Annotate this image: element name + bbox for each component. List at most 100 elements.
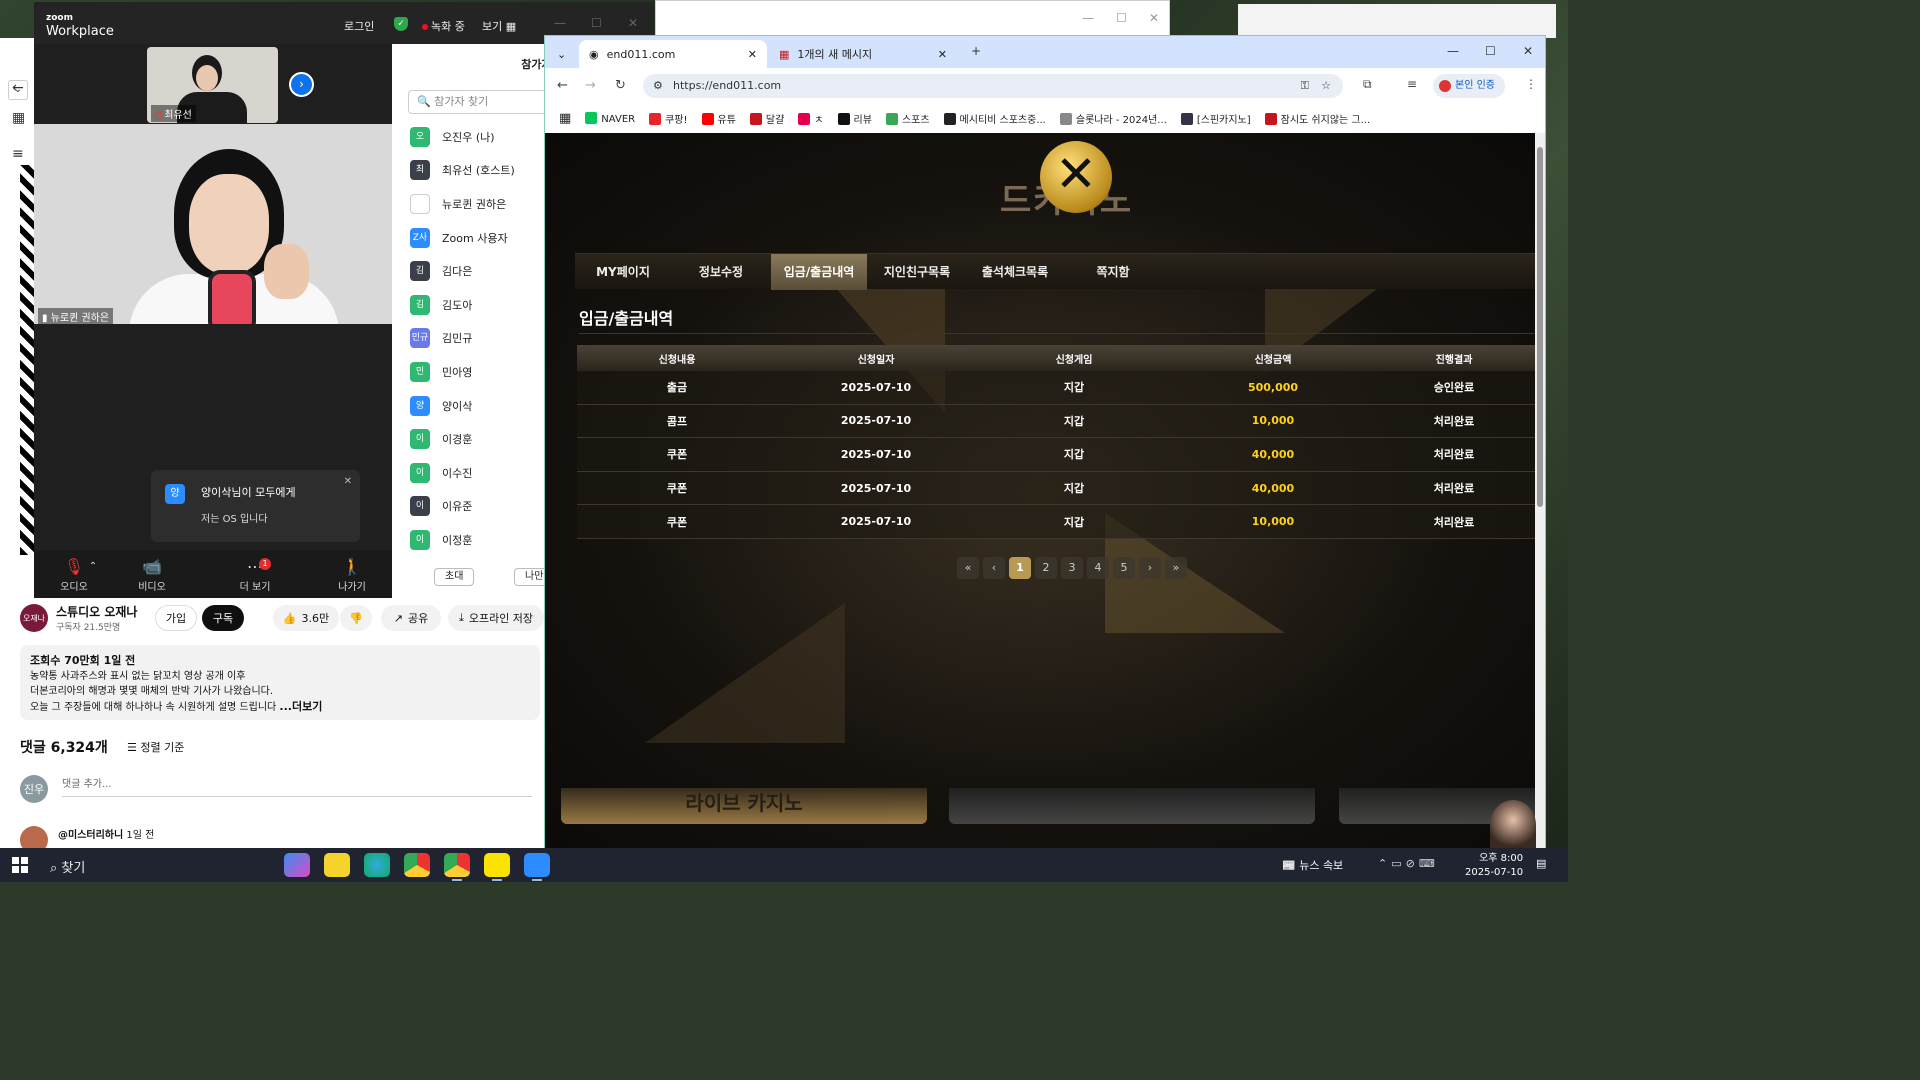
bookmark-item[interactable]: 달걀 (749, 111, 784, 126)
bookmark-item[interactable]: [스핀카지노] (1180, 111, 1251, 126)
address-bar[interactable]: ⚙ https://end011.com ⚿ ☆ (643, 74, 1343, 98)
video-player[interactable] (20, 165, 34, 555)
news-widget[interactable]: 📰 뉴스 속보 (1282, 857, 1343, 873)
sort-button[interactable]: ☰ 정렬 기준 (127, 739, 184, 755)
commenter-name[interactable]: @미스터리하니 (58, 830, 123, 841)
bookmark-item[interactable]: NAVER (585, 111, 635, 125)
notification-icon[interactable]: ▤ (1536, 857, 1546, 870)
chat-toast[interactable]: 양 양이삭님이 모두에게 저는 OS 입니다 ✕ (151, 470, 360, 542)
channel-name[interactable]: 스튜디오 오재나 (56, 603, 137, 620)
close-button[interactable]: ✕ (1523, 44, 1533, 58)
like-button[interactable]: 👍 3.6만 (273, 605, 339, 631)
system-tray[interactable]: ⌃▭⊘⌨ (1378, 857, 1439, 870)
media-icon[interactable]: ≡ (1407, 77, 1417, 91)
site-tab[interactable]: 쪽지함 (1065, 254, 1161, 290)
windows-start-icon[interactable] (12, 857, 28, 873)
add-comment-input[interactable]: 댓글 추가... (62, 775, 532, 797)
video-button[interactable]: 📹 비디오 (122, 556, 182, 593)
close-icon[interactable]: ✕ (1040, 141, 1112, 213)
bookmark-item[interactable]: 잠시도 쉬지않는 그... (1264, 111, 1370, 126)
auth-button[interactable]: 본인 인증 (1433, 74, 1505, 98)
bookmark-item[interactable]: 쿠팡! (649, 111, 688, 126)
description-more-link[interactable]: ...더보기 (279, 700, 322, 713)
clock[interactable]: 오후 8:00 2025-07-10 (1465, 852, 1523, 880)
page-button[interactable]: 1 (1009, 557, 1031, 579)
shield-icon[interactable]: ✓ (394, 17, 408, 31)
background-window-2[interactable] (1238, 4, 1556, 38)
page-button[interactable]: 3 (1061, 557, 1083, 579)
background-window-controls[interactable]: — ☐ ✕ (1082, 11, 1159, 25)
keyboard-icon[interactable]: ⌨ (1419, 857, 1439, 870)
next-page-button[interactable]: › (289, 72, 314, 97)
key-icon[interactable]: ⚿ (1301, 74, 1309, 98)
participant-thumbnail[interactable]: 🎙̸ 최유선 (147, 47, 278, 123)
zoom-icon[interactable] (524, 853, 550, 881)
back-arrow-icon[interactable]: ← (12, 80, 24, 96)
bookmark-item[interactable]: 유튜 (701, 111, 736, 126)
site-info-icon[interactable]: ⚙ (653, 74, 663, 98)
sticky-notes-icon[interactable] (324, 853, 350, 877)
extensions-icon[interactable]: ⧉ (1363, 77, 1372, 92)
view-button[interactable]: 보기 ▦ (482, 18, 516, 34)
kakaotalk-icon[interactable] (484, 853, 510, 881)
scrollbar-thumb[interactable] (1537, 147, 1543, 507)
forward-button[interactable]: → (585, 78, 596, 93)
main-video[interactable]: ▮ 뉴로퀸 권하은 (34, 124, 392, 324)
page-button[interactable]: › (1139, 557, 1161, 579)
copilot-icon[interactable] (284, 853, 310, 877)
channel-avatar[interactable]: 오재나 (20, 604, 48, 632)
new-tab-button[interactable]: + (971, 44, 981, 58)
bookmark-item[interactable]: 리뷰 (837, 111, 872, 126)
leave-button[interactable]: 🚶 나가기 (322, 556, 382, 593)
invite-button[interactable]: 초대 (434, 568, 475, 586)
slot-casino-button[interactable] (949, 788, 1315, 824)
star-icon[interactable]: ☆ (1321, 74, 1331, 98)
page-button[interactable]: » (1165, 557, 1187, 579)
maximize-button[interactable]: ☐ (591, 16, 602, 30)
taskbar-search[interactable]: ⌕ 찾기 (50, 857, 85, 876)
site-tab[interactable]: 정보수정 (673, 254, 769, 290)
bookmark-item[interactable]: 스포츠 (885, 111, 930, 126)
close-icon[interactable]: ✕ (748, 48, 757, 61)
bookmark-item[interactable]: 메시티비 스포츠중... (943, 111, 1046, 126)
apps-icon[interactable]: ▦ (12, 110, 25, 126)
volume-icon[interactable]: ⊘ (1406, 857, 1419, 870)
dislike-button[interactable]: 👎 (340, 605, 372, 631)
page-button[interactable]: ‹ (983, 557, 1005, 579)
maximize-button[interactable]: ☐ (1485, 44, 1496, 58)
subscribe-button[interactable]: 구독 (202, 605, 244, 631)
video-description[interactable]: 조회수 70만회 1일 전 농약통 사과주스와 표시 없는 닭꼬치 영상 공개 … (20, 645, 540, 720)
more-button[interactable]: ⋯ 1 더 보기 (225, 556, 285, 593)
page-button[interactable]: 4 (1087, 557, 1109, 579)
site-tab[interactable]: 지인친구목록 (869, 254, 965, 290)
tab-search-button[interactable]: ⌄ (551, 40, 575, 68)
recording-indicator[interactable]: 녹화 중 (422, 18, 465, 34)
background-window[interactable]: — ☐ ✕ (655, 0, 1170, 38)
share-button[interactable]: ↗ 공유 (381, 605, 441, 631)
minimize-button[interactable]: — (1447, 44, 1459, 58)
bookmark-item[interactable]: 슬롯나라 - 2024년... (1059, 111, 1167, 126)
reload-button[interactable]: ↻ (615, 78, 626, 93)
back-button[interactable]: ← (557, 78, 568, 93)
site-tab[interactable]: MY페이지 (575, 254, 671, 290)
bookmark-item[interactable]: ㅊ (798, 111, 824, 126)
page-button[interactable]: 5 (1113, 557, 1135, 579)
page-button[interactable]: « (957, 557, 979, 579)
chevron-up-icon[interactable]: ⌃ (1378, 857, 1391, 870)
chrome-profile-icon[interactable] (444, 853, 470, 881)
audio-options-chevron[interactable]: ⌃ (86, 556, 100, 578)
site-tab[interactable]: 출석체크목록 (967, 254, 1063, 290)
menu-icon[interactable]: ≡ (12, 146, 24, 162)
join-button[interactable]: 가입 (155, 605, 197, 631)
network-icon[interactable]: ▭ (1391, 857, 1405, 870)
close-icon[interactable]: ✕ (938, 48, 947, 61)
login-button[interactable]: 로그인 (344, 18, 374, 34)
offline-save-button[interactable]: ⤓ 오프라인 저장 (448, 605, 544, 631)
tab-end011[interactable]: ◉ end011.com ✕ (579, 40, 767, 68)
minimize-button[interactable]: — (554, 16, 566, 30)
page-button[interactable]: 2 (1035, 557, 1057, 579)
chrome-icon[interactable] (404, 853, 430, 877)
edge-icon[interactable] (364, 853, 390, 877)
close-button[interactable]: ✕ (628, 16, 638, 30)
live-casino-button[interactable]: 라이브 카지노 (561, 788, 927, 824)
